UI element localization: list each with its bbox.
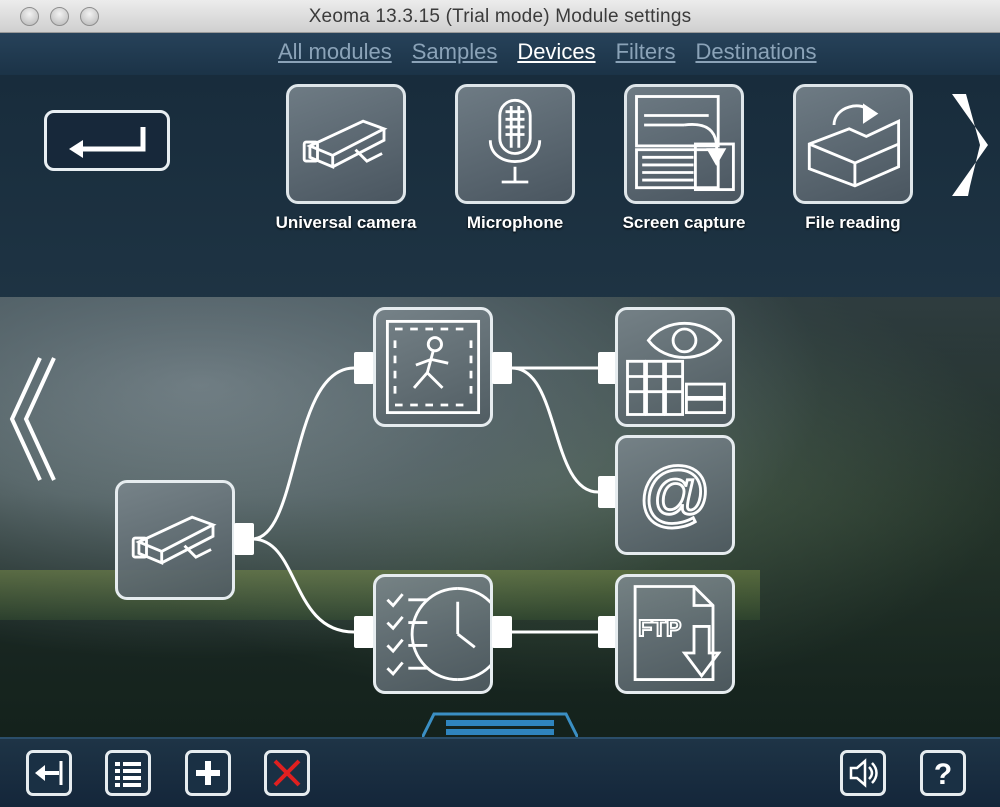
previous-page-arrow-icon[interactable] — [8, 356, 58, 482]
help-icon: ? — [934, 758, 952, 791]
bottom-toolbar: ? — [0, 737, 1000, 807]
svg-text:@: @ — [638, 454, 711, 534]
camera-icon — [302, 119, 388, 169]
output-port[interactable] — [492, 616, 512, 648]
tab-samples[interactable]: Samples — [412, 39, 498, 65]
exit-icon — [35, 761, 63, 785]
sound-button[interactable] — [840, 750, 886, 796]
module-universal-camera[interactable] — [286, 84, 406, 204]
add-icon — [196, 761, 220, 785]
module-label-file-reading: File reading — [805, 213, 901, 232]
next-page-arrow-icon[interactable] — [944, 90, 994, 200]
module-label-microphone: Microphone — [466, 213, 564, 232]
tab-destinations[interactable]: Destinations — [695, 39, 816, 65]
workspace-module-motion-detector[interactable] — [373, 307, 493, 427]
module-microphone[interactable] — [455, 84, 575, 204]
drawer-handle[interactable] — [422, 710, 578, 738]
add-module-button[interactable] — [185, 750, 231, 796]
module-label-universal-camera: Universal camera — [275, 213, 417, 232]
scheduler-icon — [386, 586, 490, 682]
file-reading-icon — [807, 103, 901, 188]
tab-devices[interactable]: Devices — [517, 39, 595, 65]
camera-icon — [131, 515, 217, 565]
module-file-reading[interactable] — [793, 84, 913, 204]
exit-button[interactable] — [26, 750, 72, 796]
microphone-icon — [488, 98, 542, 184]
delete-module-button[interactable] — [264, 750, 310, 796]
svg-text:?: ? — [934, 758, 952, 791]
back-button[interactable] — [44, 110, 170, 171]
workspace-module-ftp-upload[interactable]: FTP — [615, 574, 735, 694]
screen-capture-icon — [635, 95, 735, 192]
return-arrow-icon — [69, 127, 146, 158]
list-icon — [115, 762, 141, 787]
window-title: Xeoma 13.3.15 (Trial mode) Module settin… — [308, 6, 692, 27]
delete-icon — [273, 759, 301, 787]
workspace-module-preview-archive[interactable] — [615, 307, 735, 427]
sound-icon — [849, 758, 878, 788]
module-label-screen-capture: Screen capture — [622, 213, 746, 232]
svg-text:FTP: FTP — [638, 615, 681, 641]
tab-all-modules[interactable]: All modules — [278, 39, 392, 65]
workspace-module-email[interactable]: @ — [615, 435, 735, 555]
workspace-module-camera[interactable] — [115, 480, 235, 600]
output-port[interactable] — [492, 352, 512, 384]
motion-detector-icon — [385, 319, 481, 415]
title-bar: Xeoma 13.3.15 (Trial mode) Module settin… — [0, 0, 1000, 33]
ftp-upload-icon: FTP — [633, 585, 722, 682]
tab-filters[interactable]: Filters — [616, 39, 676, 65]
preview-archive-icon — [626, 321, 726, 416]
output-port[interactable] — [234, 523, 254, 555]
category-tabs: All modules Samples Devices Filters Dest… — [0, 33, 1000, 75]
email-icon: @ — [637, 452, 713, 535]
input-port[interactable] — [354, 352, 374, 384]
input-port[interactable] — [354, 616, 374, 648]
module-screen-capture[interactable] — [624, 84, 744, 204]
help-button[interactable]: ? — [920, 750, 966, 796]
workspace-module-scheduler[interactable] — [373, 574, 493, 694]
module-list-button[interactable] — [105, 750, 151, 796]
